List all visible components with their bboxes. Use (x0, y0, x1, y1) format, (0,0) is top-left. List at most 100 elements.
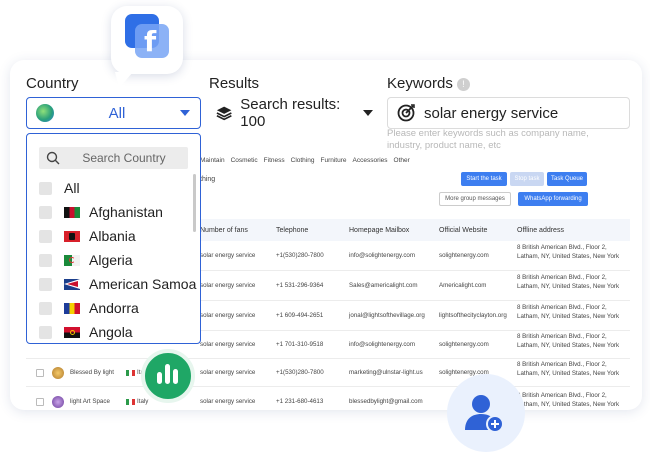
cell-phone: +1(530)280-7800 (276, 369, 324, 376)
cell-phone: +1(530)280-7800 (276, 252, 324, 259)
country-option-andorra[interactable]: Andorra (39, 299, 139, 317)
task-queue-button[interactable]: Task Queue (547, 172, 587, 186)
cell-address: 8 British American Blvd., Floor 2, Latha… (517, 333, 620, 349)
cell-address: 8 British American Blvd., Floor 2, Latha… (517, 304, 620, 320)
cell-name[interactable]: Blessed By light (70, 369, 114, 378)
option-checkbox[interactable] (39, 325, 52, 339)
cell-mail[interactable]: info@solightenergy.com (349, 252, 415, 261)
cell-site[interactable]: solightenergy.com (439, 341, 489, 350)
option-checkbox[interactable] (39, 229, 52, 243)
cell-mail[interactable]: marketing@ulnstar-light.us (349, 369, 423, 378)
cell-address: 8 British American Blvd., Floor 2, Latha… (517, 361, 620, 377)
cell-phone: +1 609-494-2651 (276, 312, 324, 319)
cell-address: 8 British American Blvd., Floor 2, Latha… (517, 274, 620, 290)
option-checkbox[interactable] (39, 301, 52, 315)
keywords-input-value: solar energy service (424, 104, 559, 122)
whatsapp-forwarding-button[interactable]: WhatsApp forwarding (518, 192, 588, 206)
add-user-icon (465, 395, 504, 433)
partial-filter-label: thing (200, 176, 216, 183)
cell-address: 8 British American Blvd., Floor 2, Latha… (517, 244, 620, 260)
dropdown-scrollbar[interactable] (193, 174, 196, 232)
category-item[interactable]: Clothing (291, 157, 315, 164)
facebook-badge: f (111, 6, 183, 88)
option-checkbox[interactable] (39, 205, 52, 219)
option-checkbox[interactable] (39, 253, 52, 267)
italy-flag-icon (126, 370, 135, 376)
row-checkbox[interactable] (36, 369, 44, 377)
globe-icon (36, 104, 54, 122)
country-option-algeria[interactable]: Algeria (39, 251, 133, 269)
angola-flag-icon (64, 326, 80, 338)
col-telephone: Telephone (276, 227, 309, 234)
results-select-value: Search results: 100 (240, 96, 341, 130)
cell-country: Italy (137, 398, 149, 405)
layers-icon (216, 106, 232, 121)
cell-phone: +1 531-296-9364 (276, 282, 324, 289)
add-user-badge (447, 374, 525, 452)
country-search-input[interactable]: Search Country (39, 147, 188, 169)
category-item[interactable]: Maintain (200, 157, 225, 164)
col-website: Official Website (439, 227, 488, 234)
col-address: Offline address (517, 227, 564, 234)
target-icon (397, 104, 415, 122)
cell-address: 8 British American Blvd., Floor 2, Latha… (517, 392, 620, 408)
albania-flag-icon (64, 230, 80, 242)
category-item[interactable]: Furniture (320, 157, 346, 164)
country-option-afghanistan[interactable]: Afghanistan (39, 203, 163, 221)
col-mailbox: Homepage Mailbox (349, 227, 410, 234)
country-search-placeholder: Search Country (82, 151, 166, 165)
start-task-button[interactable]: Start the task (461, 172, 507, 186)
cell-mail[interactable]: Sales@americalight.com (349, 282, 418, 291)
avatar (52, 367, 64, 379)
group-messages-select[interactable]: More group messages (439, 192, 511, 206)
keywords-label: Keywords! (387, 75, 470, 92)
cell-fans: solar energy service (200, 398, 256, 405)
italy-flag-icon (126, 399, 135, 405)
cell-fans: solar energy service (200, 252, 256, 259)
category-item[interactable]: Other (394, 157, 410, 164)
bar-chart-icon (141, 349, 195, 403)
country-dropdown: Search Country All Afghanistan Albania A… (26, 133, 201, 344)
row-checkbox[interactable] (36, 398, 44, 406)
afghanistan-flag-icon (64, 206, 80, 218)
facebook-icon: f (135, 24, 169, 58)
search-icon (46, 151, 60, 165)
american-samoa-flag-icon (64, 278, 80, 290)
cell-fans: solar energy service (200, 282, 256, 289)
cell-fans: solar energy service (200, 369, 256, 376)
cell-mail[interactable]: info@solightenergy.com (349, 341, 415, 350)
keywords-hint: Please enter keywords such as company na… (387, 128, 589, 151)
results-select[interactable]: Search results: 100 (209, 96, 383, 130)
cell-fans: solar energy service (200, 341, 256, 348)
cell-mail[interactable]: blessedbylight@gmail.com (349, 398, 423, 407)
cell-mail[interactable]: jonal@lightsofthevillage.org (349, 312, 425, 321)
country-select-value: All (108, 104, 126, 122)
country-option-american-samoa[interactable]: American Samoa (39, 275, 196, 293)
category-bar: Maintain Cosmetic Fitness Clothing Furni… (200, 157, 410, 164)
results-label: Results (209, 75, 260, 92)
cell-name[interactable]: light Art Space (70, 398, 110, 407)
andorra-flag-icon (64, 302, 80, 314)
country-label: Country (26, 75, 79, 92)
cell-fans: solar energy service (200, 312, 256, 319)
col-fans: Number of fans (200, 227, 248, 234)
cell-site[interactable]: lightsofthecityclayton.org (439, 312, 507, 321)
keywords-input[interactable]: solar energy service (387, 97, 630, 129)
info-icon[interactable]: ! (456, 78, 470, 91)
country-option-all[interactable]: All (39, 179, 80, 197)
option-checkbox[interactable] (39, 277, 52, 291)
chevron-down-icon (363, 110, 373, 116)
country-option-angola[interactable]: Angola (39, 323, 133, 341)
avatar (52, 396, 64, 408)
category-item[interactable]: Accessories (353, 157, 388, 164)
country-select[interactable]: All (26, 97, 201, 129)
option-checkbox[interactable] (39, 181, 52, 195)
cell-site[interactable]: Americalight.com (439, 282, 486, 291)
stop-task-button[interactable]: Stop task (510, 172, 544, 186)
category-item[interactable]: Cosmetic (231, 157, 258, 164)
category-item[interactable]: Fitness (264, 157, 285, 164)
cell-phone: +1 701-310-9518 (276, 341, 324, 348)
chevron-down-icon (180, 110, 190, 116)
country-option-albania[interactable]: Albania (39, 227, 136, 245)
cell-site[interactable]: solightenergy.com (439, 252, 489, 261)
